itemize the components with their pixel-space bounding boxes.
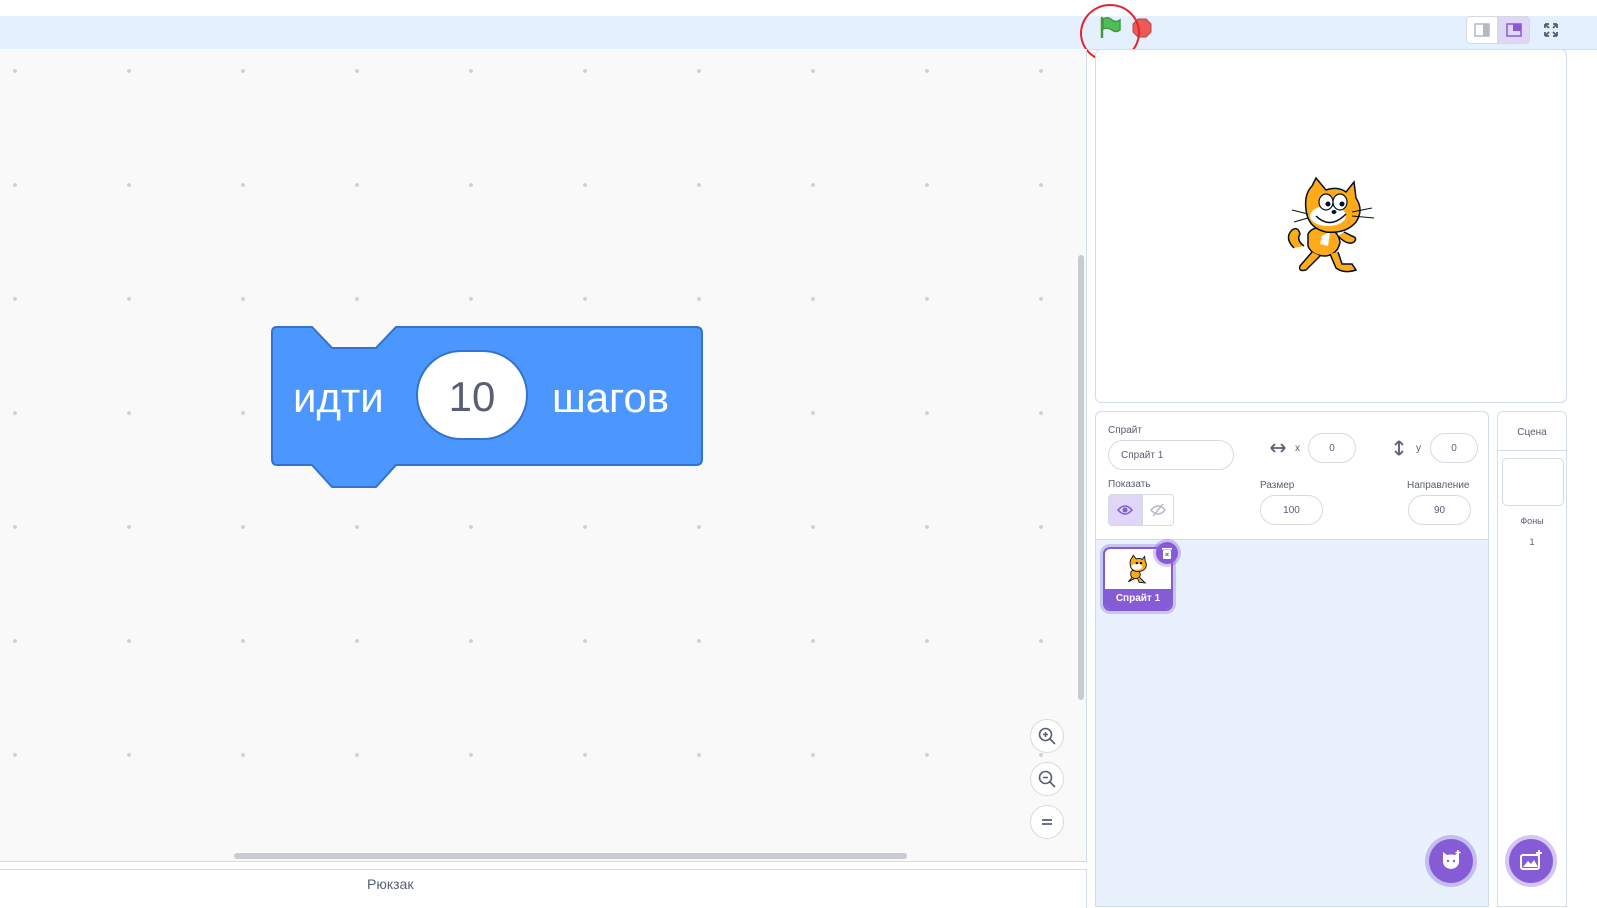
scene-pane: Сцена Фоны 1 [1497,411,1567,907]
normal-stage-button[interactable] [1498,16,1530,44]
eye-slash-icon [1150,503,1166,517]
stage-toolbar [0,16,1597,50]
backpack-label: Рюкзак [367,876,414,892]
show-sprite-button[interactable] [1108,494,1142,526]
size-field[interactable]: 100 [1260,495,1323,525]
zoom-out-icon [1038,770,1056,788]
top-strip [0,0,1597,16]
backdrops-count: 1 [1529,537,1535,547]
eye-icon [1117,505,1133,515]
cat-sprite-icon[interactable] [1282,176,1382,278]
direction-label: Направление [1407,480,1470,491]
block-label-steps: шагов [552,374,670,421]
image-add-icon [1520,850,1542,870]
block-label-move: идти [293,374,384,421]
zoom-out-button[interactable] [1030,762,1064,796]
sprite-info-panel: Спрайт Спрайт 1 x 0 y 0 Показать Размер … [1096,412,1488,540]
choose-sprite-button[interactable] [1429,839,1473,883]
sprite-name-field[interactable]: Спрайт 1 [1108,440,1234,470]
backpack-bar[interactable]: Рюкзак [0,869,1087,908]
steps-input[interactable]: 10 [416,350,528,440]
workspace-vertical-scrollbar[interactable] [1078,255,1084,700]
vertical-arrows-icon [1394,440,1404,456]
zoom-reset-button[interactable] [1030,805,1064,839]
cat-add-icon [1442,850,1461,869]
zoom-in-icon [1038,727,1056,745]
y-field[interactable]: 0 [1430,433,1478,463]
sprite-pane: Спрайт Спрайт 1 x 0 y 0 Показать Размер … [1095,411,1489,907]
zoom-in-button[interactable] [1030,719,1064,753]
choose-backdrop-button[interactable] [1509,839,1553,883]
small-stage-button[interactable] [1466,16,1498,44]
horizontal-arrows-icon [1270,443,1286,453]
fullscreen-button[interactable] [1538,16,1564,44]
direction-field[interactable]: 90 [1408,495,1471,525]
size-label: Размер [1260,480,1295,491]
scene-title: Сцена [1498,412,1566,451]
backdrops-label: Фоны [1520,516,1544,526]
cat-thumbnail-icon [1128,554,1147,584]
trash-icon [1162,547,1172,559]
x-label: x [1295,443,1300,454]
sprite-label: Спрайт [1108,425,1142,436]
x-field[interactable]: 0 [1308,433,1356,463]
sprite-thumbnail-label: Спрайт 1 [1105,589,1171,609]
small-stage-icon [1474,23,1490,37]
delete-sprite-button[interactable] [1156,542,1178,564]
backdrop-thumbnail[interactable] [1502,458,1564,506]
hide-sprite-button[interactable] [1142,494,1174,526]
stage[interactable] [1095,49,1567,403]
workspace-horizontal-scrollbar[interactable] [234,853,907,859]
show-label: Показать [1108,479,1151,490]
normal-stage-icon [1506,23,1522,37]
equals-icon [1042,819,1052,825]
fullscreen-icon [1544,23,1558,37]
y-label: y [1416,443,1421,454]
